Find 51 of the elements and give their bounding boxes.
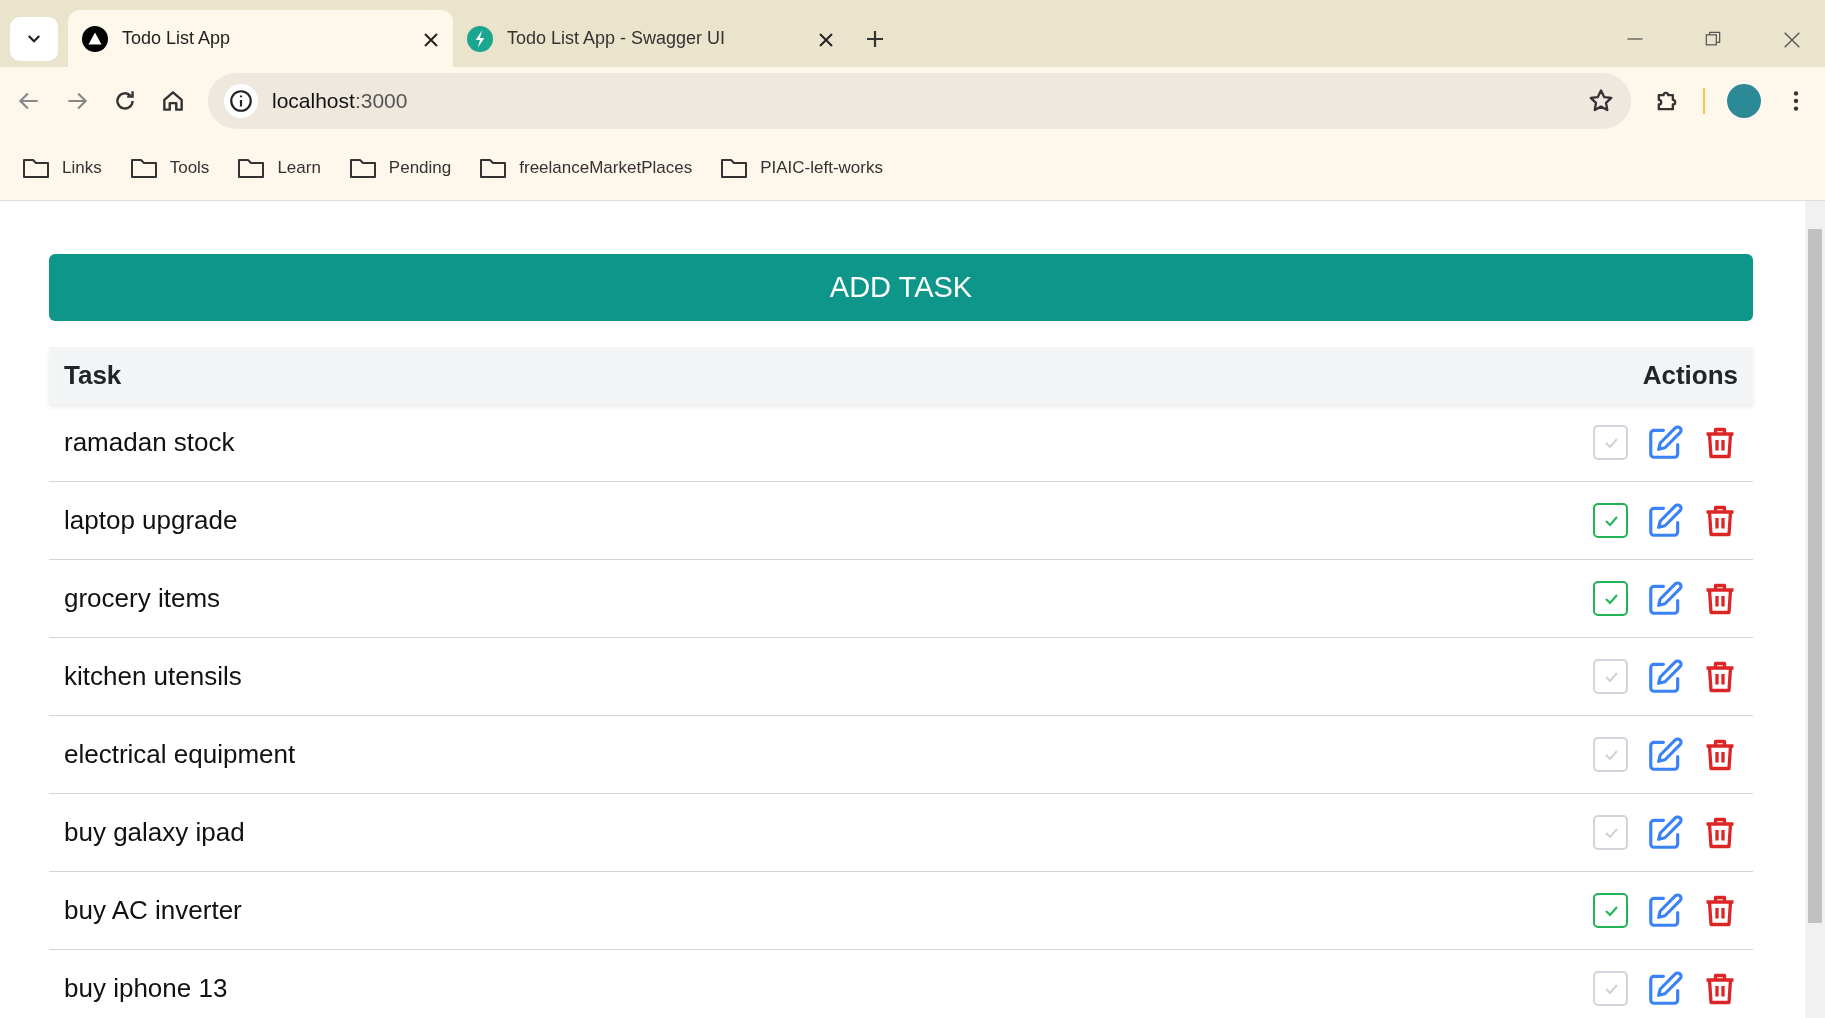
- checkbox[interactable]: [1593, 815, 1628, 850]
- bookmark[interactable]: Links: [22, 154, 102, 181]
- add-task-button[interactable]: ADD TASK: [49, 254, 1753, 321]
- browser-tab[interactable]: Todo List App: [68, 10, 453, 67]
- tab-title: Todo List App - Swagger UI: [507, 27, 726, 50]
- folder-icon: [237, 156, 266, 179]
- column-header: Task: [64, 359, 122, 392]
- task-text: kitchen utensils: [64, 660, 242, 693]
- lightning-logo-icon: [467, 25, 493, 52]
- edit-icon[interactable]: [1646, 579, 1684, 618]
- edit-icon[interactable]: [1646, 813, 1684, 852]
- avatar-icon[interactable]: [1727, 84, 1761, 118]
- task-text: laptop upgrade: [64, 504, 238, 537]
- folder-icon: [479, 156, 508, 179]
- column-header: Actions: [1642, 359, 1738, 392]
- tab-title: Todo List App: [122, 27, 231, 50]
- triangle-logo-icon: [82, 25, 108, 52]
- checkbox[interactable]: [1593, 503, 1628, 538]
- home-icon[interactable]: [160, 88, 186, 114]
- edit-icon[interactable]: [1646, 501, 1684, 540]
- bookmark[interactable]: Learn: [237, 154, 321, 181]
- address-bar[interactable]: localhost:3000: [208, 73, 1631, 129]
- edit-icon[interactable]: [1646, 657, 1684, 696]
- checkbox[interactable]: [1593, 893, 1628, 928]
- checkbox[interactable]: [1593, 971, 1628, 1006]
- task-text: buy iphone 13: [64, 972, 228, 1005]
- task-text: grocery items: [64, 582, 221, 615]
- url-text: localhost:3000: [272, 88, 408, 115]
- task-text: electrical equipment: [64, 738, 296, 771]
- task-text: buy galaxy ipad: [64, 816, 245, 849]
- folder-icon: [348, 156, 377, 179]
- task-text: ramadan stock: [64, 426, 235, 459]
- task-text: buy AC inverter: [64, 894, 242, 927]
- scrollbar[interactable]: [1805, 201, 1825, 1018]
- bookmark[interactable]: Pending: [348, 154, 452, 181]
- folder-icon: [720, 156, 749, 179]
- browser-tab[interactable]: Todo List App - Swagger UI: [453, 10, 848, 67]
- checkbox[interactable]: [1593, 737, 1628, 772]
- checkbox[interactable]: [1593, 581, 1628, 616]
- edit-icon[interactable]: [1646, 891, 1684, 930]
- edit-icon[interactable]: [1646, 423, 1684, 462]
- edit-icon[interactable]: [1646, 735, 1684, 774]
- info-icon[interactable]: [224, 84, 258, 118]
- bookmark[interactable]: freelanceMarketPlaces: [479, 154, 693, 181]
- edit-icon[interactable]: [1646, 969, 1684, 1008]
- folder-icon: [22, 156, 50, 179]
- folder-icon: [129, 156, 158, 179]
- bookmark[interactable]: PIAIC-left-works: [720, 154, 883, 181]
- checkbox[interactable]: [1593, 425, 1628, 460]
- checkbox[interactable]: [1593, 659, 1628, 694]
- bookmark[interactable]: Tools: [129, 154, 210, 181]
